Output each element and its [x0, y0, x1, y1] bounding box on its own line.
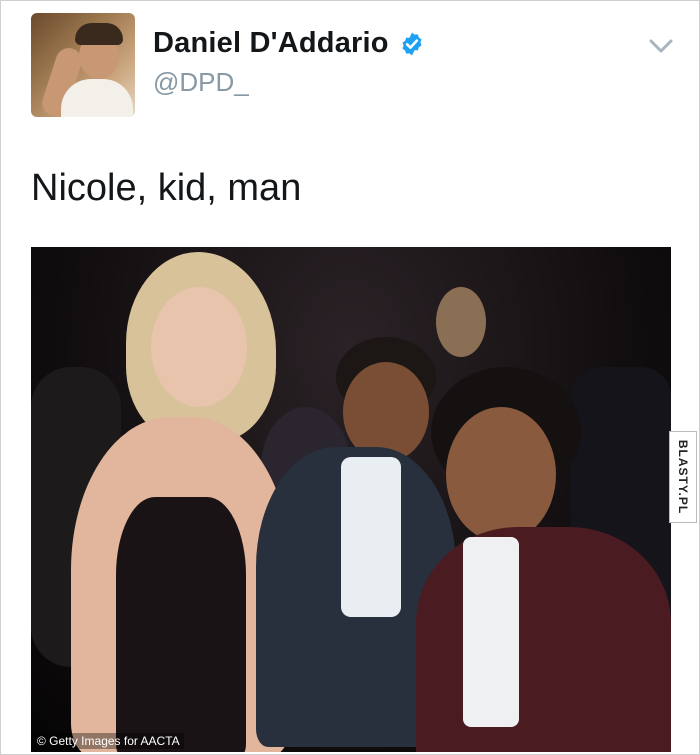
photo-woman-face [151, 287, 247, 407]
author-display-name[interactable]: Daniel D'Addario [153, 27, 389, 60]
photo-man-shirt [463, 537, 519, 727]
photo-man-suit [416, 527, 671, 752]
photo-boy-shirt [341, 457, 401, 617]
watermark-badge: BLASTY.PL [669, 431, 697, 523]
profile-avatar[interactable] [31, 13, 135, 117]
tweet-photo[interactable]: © Getty Images for AACTA [31, 247, 671, 752]
photo-woman-dress [116, 497, 246, 752]
photo-background-figure [436, 287, 486, 357]
tweet-text: Nicole, kid, man [31, 167, 302, 209]
photo-credit: © Getty Images for AACTA [33, 733, 184, 749]
avatar-hair [75, 23, 123, 45]
chevron-down-icon[interactable] [646, 35, 676, 57]
verified-badge-icon [402, 32, 422, 55]
photo-man-face [446, 407, 556, 542]
author-handle[interactable]: @DPD_ [153, 67, 249, 98]
avatar-shirt [61, 79, 133, 117]
watermark-text: BLASTY.PL [676, 439, 690, 515]
author-name-row: Daniel D'Addario [153, 27, 425, 60]
